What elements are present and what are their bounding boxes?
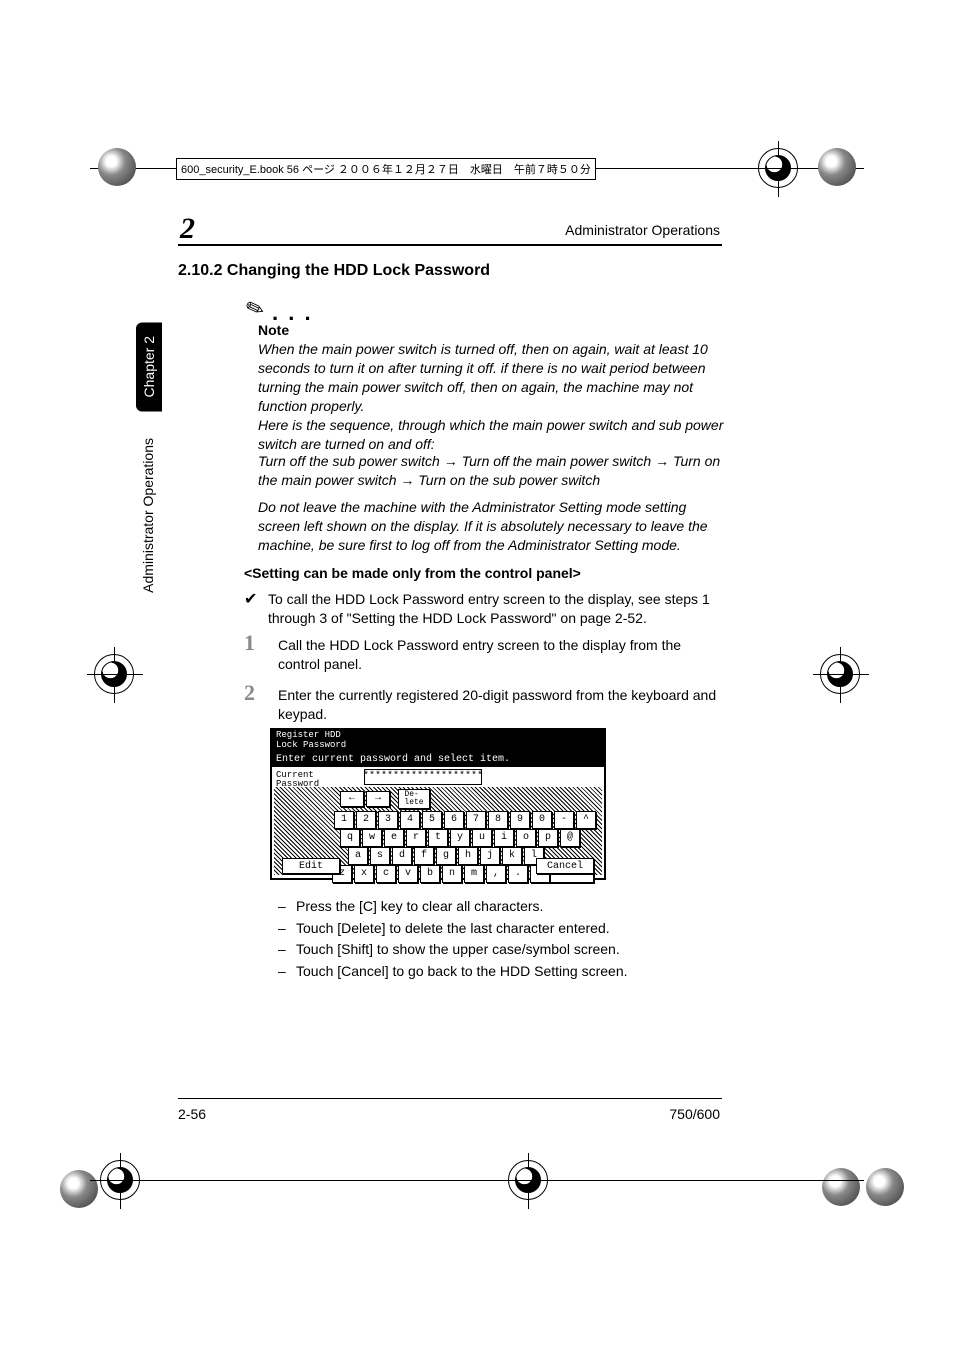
step-number-1: 1 [244,630,255,656]
ss-key[interactable]: g [436,847,456,865]
header-section: Administrator Operations [565,222,720,238]
ss-key[interactable]: 0 [532,811,552,829]
registration-mark [758,148,798,188]
ss-key[interactable]: o [516,829,536,847]
ss-key[interactable]: s [370,847,390,865]
ss-key[interactable]: e [384,829,404,847]
note-icon: ✎ [242,294,268,325]
chapter-tab: Chapter 2 [136,322,162,411]
decorative-ball [818,148,856,186]
ss-key[interactable]: u [472,829,492,847]
ss-key[interactable]: 4 [400,811,420,829]
ss-key[interactable]: m [464,865,484,883]
ss-key[interactable]: p [538,829,558,847]
ss-key[interactable]: y [450,829,470,847]
ss-key[interactable]: - [554,811,574,829]
ss-key[interactable]: a [348,847,368,865]
step-number-2: 2 [244,680,255,706]
ss-key[interactable]: 8 [488,811,508,829]
footer-page: 2-56 [178,1106,206,1122]
ss-row-qwerty: qwertyuiop@ [340,829,580,847]
decorative-ball [866,1168,904,1206]
ss-key[interactable]: r [406,829,426,847]
hdd-password-screenshot: Register HDDLock Password Enter current … [270,728,606,880]
ss-key[interactable]: n [442,865,462,883]
ss-key[interactable]: , [486,865,506,883]
ss-key[interactable]: j [480,847,500,865]
note-para-2: Here is the sequence, through which the … [258,416,724,454]
ss-key[interactable]: 1 [334,811,354,829]
step-2-text: Enter the currently registered 20-digit … [278,686,724,724]
ss-key[interactable]: 5 [422,811,442,829]
ss-key[interactable]: 2 [356,811,376,829]
decorative-ball [98,148,136,186]
ss-key[interactable]: x [354,865,374,883]
ss-password-field[interactable]: ******************** [364,769,482,785]
registration-mark [820,654,860,694]
ss-key[interactable]: 6 [444,811,464,829]
instruction-bullets: –Press the [C] key to clear all characte… [278,896,724,983]
ss-key[interactable]: 3 [378,811,398,829]
chapter-number: 2 [180,212,195,246]
ss-key[interactable]: i [494,829,514,847]
ss-key[interactable]: 9 [510,811,530,829]
ss-title: Register HDDLock Password [272,730,604,752]
registration-mark [94,654,134,694]
note-para-4: Do not leave the machine with the Admini… [258,498,724,555]
ss-key[interactable]: t [428,829,448,847]
ss-key[interactable]: @ [560,829,580,847]
ss-edit[interactable]: Edit [282,858,340,874]
ss-key[interactable]: b [420,865,440,883]
ss-key[interactable]: 7 [466,811,486,829]
ss-row-asdf: asdfghjkl [348,847,544,865]
check-text: To call the HDD Lock Password entry scre… [268,590,724,628]
decorative-ball [822,1168,860,1206]
ss-key[interactable]: d [392,847,412,865]
ss-row-numbers: 1234567890-^ [334,811,596,829]
note-para-3: Turn off the sub power switch → Turn off… [258,452,724,490]
ss-key[interactable]: q [340,829,360,847]
ss-cancel[interactable]: Cancel [536,858,594,874]
ss-arrow-left[interactable]: ← [340,791,364,807]
step-1-text: Call the HDD Lock Password entry screen … [278,636,724,674]
ss-key[interactable]: . [508,865,528,883]
ss-key[interactable]: c [376,865,396,883]
ss-key[interactable]: ^ [576,811,596,829]
ss-row-zxcv: zxcvbnm,./ [332,865,550,883]
ss-key[interactable]: k [502,847,522,865]
ss-instruction: Enter current password and select item. [272,752,604,767]
note-heading: Note [258,322,289,338]
decorative-ball [60,1170,98,1208]
meta-filename: 600_security_E.book 56 ページ ２００６年１２月２７日 水… [176,158,596,180]
side-section-label: Administrator Operations [140,438,156,593]
ss-key[interactable]: v [398,865,418,883]
section-title: 2.10.2 Changing the HDD Lock Password [178,262,490,280]
ss-delete[interactable]: De- lete [398,789,430,809]
note-para-1: When the main power switch is turned off… [258,340,724,416]
ss-key[interactable]: w [362,829,382,847]
ss-arrow-right[interactable]: → [366,791,390,807]
ss-key[interactable]: h [458,847,478,865]
footer-model: 750/600 [669,1106,720,1122]
setting-heading: <Setting can be made only from the contr… [244,564,724,583]
check-icon: ✔ [244,589,257,609]
ss-key[interactable]: f [414,847,434,865]
